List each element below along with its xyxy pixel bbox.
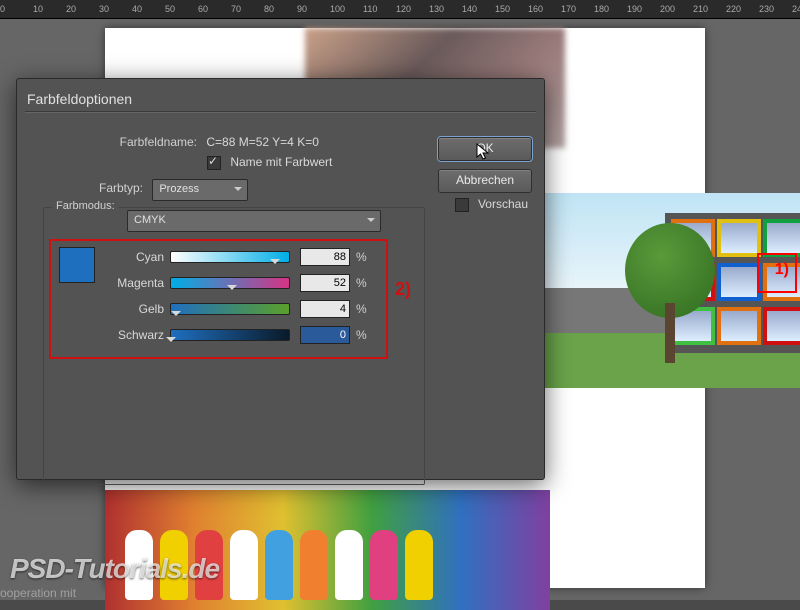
ok-button[interactable]: OK [438, 137, 532, 161]
yellow-row: Gelb 4 % [102, 299, 392, 319]
magenta-value[interactable]: 52 [300, 274, 350, 292]
swatchname-value: C=88 M=52 Y=4 K=0 [206, 135, 319, 149]
name-with-value-checkbox[interactable] [207, 156, 221, 170]
watermark-sub: ooperation mit [0, 586, 76, 600]
swatch-options-dialog: Farbfeldoptionen Farbfeldname: C=88 M=52… [16, 78, 545, 480]
placed-image-kids [105, 490, 550, 610]
cancel-button[interactable]: Abbrechen [438, 169, 532, 193]
percent-label: % [356, 328, 367, 342]
black-slider[interactable] [170, 329, 290, 341]
color-swatch-preview [59, 247, 95, 283]
annotation-1-label: 1) [775, 261, 789, 279]
preview-checkbox[interactable] [455, 198, 469, 212]
colormode-label: Farbmodus: [52, 200, 119, 212]
colormode-dropdown[interactable]: CMYK [127, 210, 381, 232]
swatchname-label: Farbfeldname: [87, 135, 197, 149]
black-label: Schwarz [102, 328, 170, 342]
dialog-title: Farbfeldoptionen [27, 91, 132, 107]
watermark: PSD-Tutorials.de [10, 553, 219, 585]
placed-image-building: 1) [545, 193, 800, 388]
annotation-2-label: 2) [395, 279, 411, 300]
colortype-label: Farbtyp: [87, 181, 143, 195]
name-with-value-label: Name mit Farbwert [230, 155, 332, 169]
magenta-slider[interactable] [170, 277, 290, 289]
percent-label: % [356, 276, 367, 290]
colortype-dropdown[interactable]: Prozess [152, 179, 248, 201]
black-row: Schwarz 0 % [102, 325, 392, 345]
magenta-label: Magenta [102, 276, 170, 290]
magenta-row: Magenta 52 % [102, 273, 392, 293]
ruler-horizontal: 0102030405060708090100110120130140150160… [0, 0, 800, 19]
preview-label: Vorschau [478, 197, 528, 211]
cyan-value[interactable]: 88 [300, 248, 350, 266]
black-value[interactable]: 0 [300, 326, 350, 344]
percent-label: % [356, 302, 367, 316]
percent-label: % [356, 250, 367, 264]
yellow-label: Gelb [102, 302, 170, 316]
yellow-slider[interactable] [170, 303, 290, 315]
yellow-value[interactable]: 4 [300, 300, 350, 318]
cyan-row: Cyan 88 % [102, 247, 392, 267]
cyan-slider[interactable] [170, 251, 290, 263]
cyan-label: Cyan [102, 250, 170, 264]
